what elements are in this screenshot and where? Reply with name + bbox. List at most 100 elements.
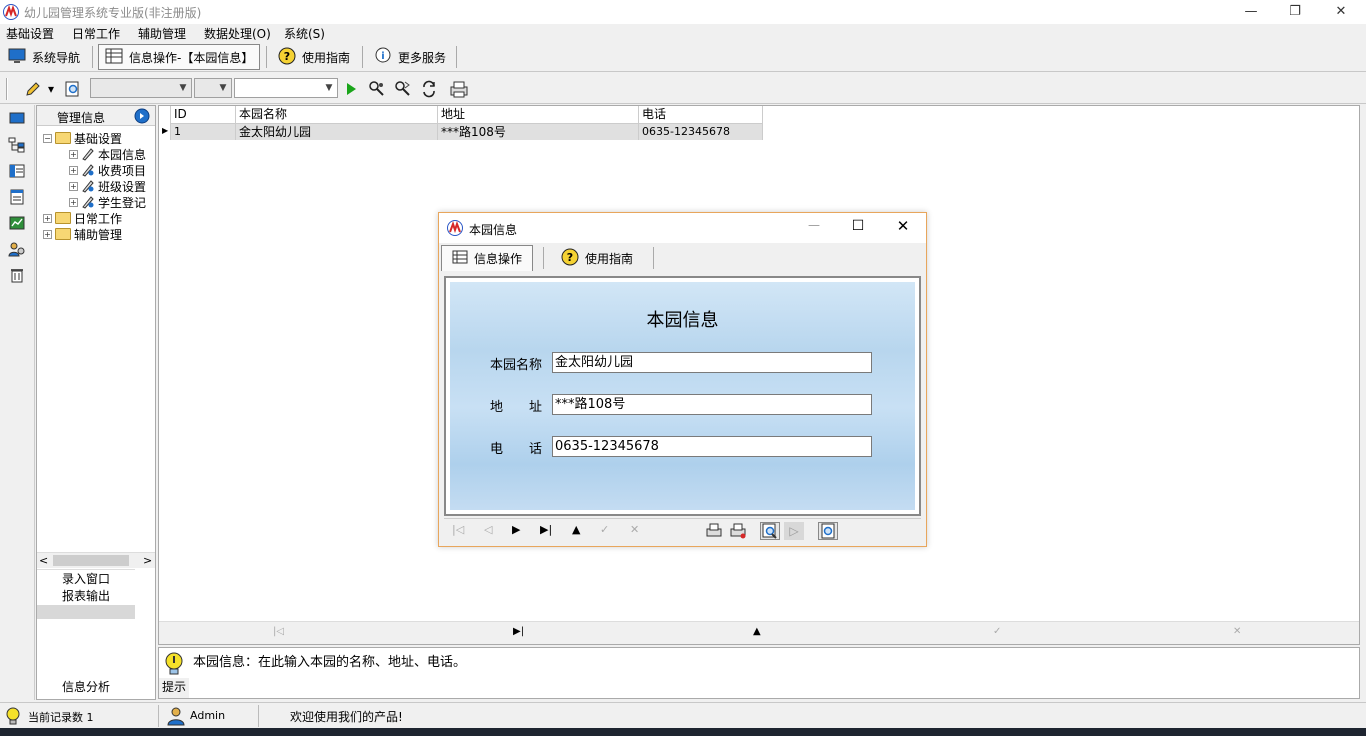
menu-system[interactable]: 系统(S) [284,25,325,42]
entry-window-item[interactable]: 录入窗口 [37,569,135,587]
address-input[interactable]: ***路108号 [552,394,872,415]
tree-node-school-info[interactable]: + 本园信息 [43,146,155,162]
find-people-icon[interactable] [368,80,386,98]
menu-daily-work[interactable]: 日常工作 [72,25,120,42]
info-form-panel: 本园信息 本园名称 金太阳幼儿园 地 址 ***路108号 电 话 0635-1… [450,282,915,510]
scroll-left-icon[interactable]: < [39,554,48,567]
print-preview-icon[interactable] [728,522,748,540]
expand-icon[interactable]: + [69,149,78,159]
nav-separator [266,46,267,68]
table-cell[interactable]: 1 [171,124,236,140]
os-taskbar [0,728,1366,736]
tab-guide[interactable]: ? 使用指南 [551,245,643,271]
refresh-icon[interactable] [420,80,438,98]
tree-node-daily-work[interactable]: + 日常工作 [43,210,155,226]
column-header-id[interactable]: ID [171,106,236,124]
tree-panel: 管理信息 − 基础设置 + 本园信息 + 收费项目 + 班级设置 + 学生登记 [36,105,156,700]
prior-record-button[interactable]: ◁ [484,523,492,536]
info-ops-tab[interactable]: 信息操作-【本园信息】 [98,44,261,70]
column-header-name[interactable]: 本园名称 [236,106,438,124]
first-record-button[interactable]: |◁ [273,626,284,637]
svg-text:i: i [381,51,384,62]
table-cell[interactable]: 金太阳幼儿园 [236,124,438,140]
school-info-dialog: 本园信息 — ☐ ✕ 信息操作 ? 使用指南 本园信息 本园名称 金太阳幼儿园 … [438,212,927,547]
cancel-record-button[interactable]: ✕ [1233,626,1241,637]
field-label-phone: 电 话 [490,442,543,457]
system-nav-button[interactable]: 系统导航 [2,44,86,70]
expand-circle-icon[interactable] [133,108,151,124]
current-user: Admin [190,709,226,722]
list-window-icon[interactable] [8,163,26,179]
cancel-record-button[interactable]: ✕ [630,523,639,536]
tree-node-aux-management[interactable]: + 辅助管理 [43,226,155,242]
next-record-button[interactable]: ▶ [512,523,520,536]
dialog-close-button[interactable]: ✕ [888,217,918,235]
expand-icon[interactable]: + [43,229,52,239]
table-cell[interactable]: ***路108号 [438,124,639,140]
more-services-button[interactable]: i 更多服务 [368,44,452,70]
tree: − 基础设置 + 本园信息 + 收费项目 + 班级设置 + 学生登记 + 日常工… [43,130,155,242]
operator-select[interactable]: ▼ [194,78,232,98]
print-icon[interactable] [448,80,470,98]
org-chart-icon[interactable] [8,137,26,153]
dialog-minimize-button[interactable]: — [799,218,829,232]
document-icon[interactable] [8,189,26,205]
minimize-button[interactable]: — [1228,2,1274,22]
dialog-tabs: 信息操作 ? 使用指南 [439,243,926,271]
expand-icon[interactable]: + [69,197,78,207]
insert-record-button[interactable]: ▲ [572,523,580,536]
trash-icon[interactable] [8,267,26,283]
last-record-button[interactable]: ▶| [513,626,524,637]
close-button[interactable]: ✕ [1318,2,1364,22]
query-icon[interactable] [760,522,780,540]
post-record-button[interactable]: ✓ [600,523,609,536]
menu-data-processing[interactable]: 数据处理(O) [204,25,271,42]
tab-info-ops[interactable]: 信息操作 [441,245,534,271]
window-title: 幼儿园管理系统专业版(非注册版) [24,6,202,20]
insert-record-button[interactable]: ▲ [753,626,761,637]
monitor-icon[interactable] [8,111,26,127]
collapse-icon[interactable]: − [43,133,52,143]
scroll-thumb[interactable] [53,555,129,566]
school-name-input[interactable]: 金太阳幼儿园 [552,352,872,373]
toolbar-grip [6,78,8,100]
last-record-button[interactable]: ▶| [540,523,552,536]
info-analysis-item[interactable]: 信息分析 [37,678,135,696]
column-header-address[interactable]: 地址 [438,106,639,124]
play-disabled-icon[interactable]: ▷ [784,522,804,540]
find-next-icon[interactable] [394,80,412,98]
menu-aux-management[interactable]: 辅助管理 [138,25,186,42]
guide-button[interactable]: ? 使用指南 [272,44,356,70]
tool-icon [81,147,95,161]
phone-input[interactable]: 0635-12345678 [552,436,872,457]
search-doc-icon[interactable] [818,522,838,540]
expand-icon[interactable]: + [69,181,78,191]
search-doc-icon[interactable] [64,80,82,98]
title-bar: 幼儿园管理系统专业版(非注册版) — ❐ ✕ [0,0,1366,24]
dropdown-arrow-icon[interactable]: ▾ [46,80,56,98]
tree-node-student-register[interactable]: + 学生登记 [43,194,155,210]
table-cell[interactable]: 0635-12345678 [639,124,763,140]
chart-icon[interactable] [8,215,26,231]
menu-basic-settings[interactable]: 基础设置 [6,25,54,42]
tree-node-basic-settings[interactable]: − 基础设置 [43,130,155,146]
print-icon[interactable] [704,522,724,540]
tree-hscrollbar[interactable]: < > [37,552,155,568]
value-select[interactable]: ▼ [234,78,338,98]
report-output-item[interactable]: 报表输出 [37,587,135,605]
scroll-right-icon[interactable]: > [143,554,152,567]
folder-icon [55,228,71,240]
expand-icon[interactable]: + [43,213,52,223]
tree-node-class-settings[interactable]: + 班级设置 [43,178,155,194]
tree-node-fee-items[interactable]: + 收费项目 [43,162,155,178]
first-record-button[interactable]: |◁ [452,523,464,536]
restore-button[interactable]: ❐ [1272,2,1318,22]
expand-icon[interactable]: + [69,165,78,175]
field-select[interactable]: ▼ [90,78,192,98]
pencil-icon[interactable] [24,80,42,98]
dialog-maximize-button[interactable]: ☐ [843,218,873,234]
run-query-icon[interactable] [342,80,360,98]
users-settings-icon[interactable] [8,241,26,257]
column-header-phone[interactable]: 电话 [639,106,763,124]
post-record-button[interactable]: ✓ [993,626,1001,637]
